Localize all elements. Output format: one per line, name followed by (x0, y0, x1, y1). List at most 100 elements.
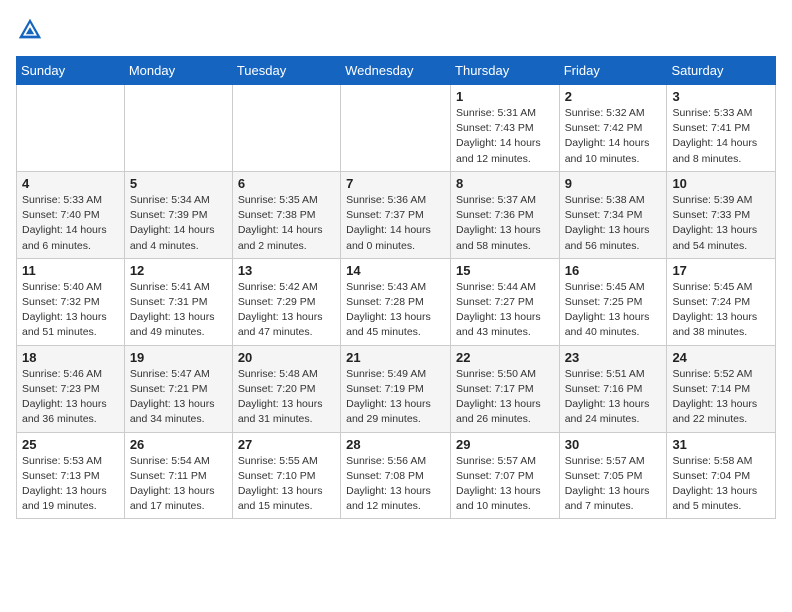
col-wednesday: Wednesday (341, 57, 451, 85)
calendar-cell (124, 85, 232, 172)
day-number: 24 (672, 350, 770, 365)
calendar-cell: 27Sunrise: 5:55 AM Sunset: 7:10 PM Dayli… (232, 432, 340, 519)
day-info: Sunrise: 5:46 AM Sunset: 7:23 PM Dayligh… (22, 367, 119, 428)
day-number: 25 (22, 437, 119, 452)
day-number: 21 (346, 350, 445, 365)
day-info: Sunrise: 5:43 AM Sunset: 7:28 PM Dayligh… (346, 280, 445, 341)
day-info: Sunrise: 5:56 AM Sunset: 7:08 PM Dayligh… (346, 454, 445, 515)
col-tuesday: Tuesday (232, 57, 340, 85)
calendar-header: Sunday Monday Tuesday Wednesday Thursday… (17, 57, 776, 85)
calendar-cell: 31 Sunrise: 5:58 AM Sunset: 7:04 PM Dayli… (667, 432, 776, 519)
calendar-cell: 2Sunrise: 5:32 AM Sunset: 7:42 PM Daylig… (559, 85, 667, 172)
calendar-cell: 23 Sunrise: 5:51 AM Sunset: 7:16 PM Dayli… (559, 345, 667, 432)
calendar-cell: 14 Sunrise: 5:43 AM Sunset: 7:28 PM Dayli… (341, 258, 451, 345)
day-number: 23 (565, 350, 662, 365)
day-info: Sunrise: 5:50 AM Sunset: 7:17 PM Dayligh… (456, 367, 554, 428)
calendar-cell: 19Sunrise: 5:47 AM Sunset: 7:21 PM Dayli… (124, 345, 232, 432)
day-info: Sunrise: 5:55 AM Sunset: 7:10 PM Dayligh… (238, 454, 335, 515)
calendar-cell: 6Sunrise: 5:35 AM Sunset: 7:38 PM Daylig… (232, 171, 340, 258)
day-number: 15 (456, 263, 554, 278)
calendar-cell: 21 Sunrise: 5:49 AM Sunset: 7:19 PM Dayli… (341, 345, 451, 432)
day-info: Sunrise: 5:45 AM Sunset: 7:25 PM Dayligh… (565, 280, 662, 341)
day-info: Sunrise: 5:49 AM Sunset: 7:19 PM Dayligh… (346, 367, 445, 428)
calendar-cell: 8Sunrise: 5:37 AM Sunset: 7:36 PM Daylig… (451, 171, 560, 258)
day-info: Sunrise: 5:38 AM Sunset: 7:34 PM Dayligh… (565, 193, 662, 254)
calendar-cell (232, 85, 340, 172)
day-number: 12 (130, 263, 227, 278)
calendar-cell: 24 Sunrise: 5:52 AM Sunset: 7:14 PM Dayli… (667, 345, 776, 432)
day-number: 30 (565, 437, 662, 452)
day-info: Sunrise: 5:45 AM Sunset: 7:24 PM Dayligh… (672, 280, 770, 341)
calendar-cell: 7 Sunrise: 5:36 AM Sunset: 7:37 PM Daylig… (341, 171, 451, 258)
day-number: 16 (565, 263, 662, 278)
day-number: 7 (346, 176, 445, 191)
day-number: 19 (130, 350, 227, 365)
calendar-table: Sunday Monday Tuesday Wednesday Thursday… (16, 56, 776, 519)
calendar-cell: 4Sunrise: 5:33 AM Sunset: 7:40 PM Daylig… (17, 171, 125, 258)
calendar-cell: 15 Sunrise: 5:44 AM Sunset: 7:27 PM Dayli… (451, 258, 560, 345)
calendar-cell: 28 Sunrise: 5:56 AM Sunset: 7:08 PM Dayli… (341, 432, 451, 519)
calendar-cell: 12Sunrise: 5:41 AM Sunset: 7:31 PM Dayli… (124, 258, 232, 345)
calendar-cell: 22 Sunrise: 5:50 AM Sunset: 7:17 PM Dayli… (451, 345, 560, 432)
day-number: 20 (238, 350, 335, 365)
calendar-cell: 10 Sunrise: 5:39 AM Sunset: 7:33 PM Dayli… (667, 171, 776, 258)
calendar-cell: 25Sunrise: 5:53 AM Sunset: 7:13 PM Dayli… (17, 432, 125, 519)
day-info: Sunrise: 5:44 AM Sunset: 7:27 PM Dayligh… (456, 280, 554, 341)
page-header (16, 16, 776, 44)
day-info: Sunrise: 5:48 AM Sunset: 7:20 PM Dayligh… (238, 367, 335, 428)
day-number: 9 (565, 176, 662, 191)
calendar-week-row: 4Sunrise: 5:33 AM Sunset: 7:40 PM Daylig… (17, 171, 776, 258)
col-saturday: Saturday (667, 57, 776, 85)
calendar-cell (341, 85, 451, 172)
day-info: Sunrise: 5:39 AM Sunset: 7:33 PM Dayligh… (672, 193, 770, 254)
day-info: Sunrise: 5:35 AM Sunset: 7:38 PM Dayligh… (238, 193, 335, 254)
day-info: Sunrise: 5:33 AM Sunset: 7:41 PM Dayligh… (672, 106, 770, 167)
col-thursday: Thursday (451, 57, 560, 85)
day-info: Sunrise: 5:40 AM Sunset: 7:32 PM Dayligh… (22, 280, 119, 341)
day-number: 18 (22, 350, 119, 365)
day-info: Sunrise: 5:57 AM Sunset: 7:07 PM Dayligh… (456, 454, 554, 515)
calendar-cell: 18 Sunrise: 5:46 AM Sunset: 7:23 PM Dayli… (17, 345, 125, 432)
calendar-cell (17, 85, 125, 172)
logo-icon (16, 16, 44, 44)
day-number: 17 (672, 263, 770, 278)
calendar-cell: 5Sunrise: 5:34 AM Sunset: 7:39 PM Daylig… (124, 171, 232, 258)
day-number: 2 (565, 89, 662, 104)
calendar-cell: 1Sunrise: 5:31 AM Sunset: 7:43 PM Daylig… (451, 85, 560, 172)
calendar-cell: 3 Sunrise: 5:33 AM Sunset: 7:41 PM Daylig… (667, 85, 776, 172)
day-info: Sunrise: 5:36 AM Sunset: 7:37 PM Dayligh… (346, 193, 445, 254)
day-number: 26 (130, 437, 227, 452)
day-info: Sunrise: 5:42 AM Sunset: 7:29 PM Dayligh… (238, 280, 335, 341)
calendar-cell: 16 Sunrise: 5:45 AM Sunset: 7:25 PM Dayli… (559, 258, 667, 345)
day-number: 14 (346, 263, 445, 278)
day-info: Sunrise: 5:57 AM Sunset: 7:05 PM Dayligh… (565, 454, 662, 515)
day-info: Sunrise: 5:58 AM Sunset: 7:04 PM Dayligh… (672, 454, 770, 515)
calendar-week-row: 18 Sunrise: 5:46 AM Sunset: 7:23 PM Dayli… (17, 345, 776, 432)
day-number: 11 (22, 263, 119, 278)
day-info: Sunrise: 5:52 AM Sunset: 7:14 PM Dayligh… (672, 367, 770, 428)
calendar-cell: 9 Sunrise: 5:38 AM Sunset: 7:34 PM Daylig… (559, 171, 667, 258)
day-info: Sunrise: 5:37 AM Sunset: 7:36 PM Dayligh… (456, 193, 554, 254)
day-info: Sunrise: 5:54 AM Sunset: 7:11 PM Dayligh… (130, 454, 227, 515)
calendar-week-row: 11 Sunrise: 5:40 AM Sunset: 7:32 PM Dayli… (17, 258, 776, 345)
col-friday: Friday (559, 57, 667, 85)
day-number: 4 (22, 176, 119, 191)
day-info: Sunrise: 5:31 AM Sunset: 7:43 PM Dayligh… (456, 106, 554, 167)
calendar-week-row: 25Sunrise: 5:53 AM Sunset: 7:13 PM Dayli… (17, 432, 776, 519)
col-monday: Monday (124, 57, 232, 85)
day-number: 3 (672, 89, 770, 104)
calendar-cell: 20 Sunrise: 5:48 AM Sunset: 7:20 PM Dayli… (232, 345, 340, 432)
day-info: Sunrise: 5:51 AM Sunset: 7:16 PM Dayligh… (565, 367, 662, 428)
calendar-cell: 29 Sunrise: 5:57 AM Sunset: 7:07 PM Dayli… (451, 432, 560, 519)
calendar-body: 1Sunrise: 5:31 AM Sunset: 7:43 PM Daylig… (17, 85, 776, 519)
day-number: 10 (672, 176, 770, 191)
day-number: 29 (456, 437, 554, 452)
calendar-cell: 26 Sunrise: 5:54 AM Sunset: 7:11 PM Dayli… (124, 432, 232, 519)
day-info: Sunrise: 5:34 AM Sunset: 7:39 PM Dayligh… (130, 193, 227, 254)
calendar-cell: 30 Sunrise: 5:57 AM Sunset: 7:05 PM Dayli… (559, 432, 667, 519)
day-number: 28 (346, 437, 445, 452)
day-number: 31 (672, 437, 770, 452)
calendar-cell: 13Sunrise: 5:42 AM Sunset: 7:29 PM Dayli… (232, 258, 340, 345)
days-of-week-row: Sunday Monday Tuesday Wednesday Thursday… (17, 57, 776, 85)
day-number: 22 (456, 350, 554, 365)
